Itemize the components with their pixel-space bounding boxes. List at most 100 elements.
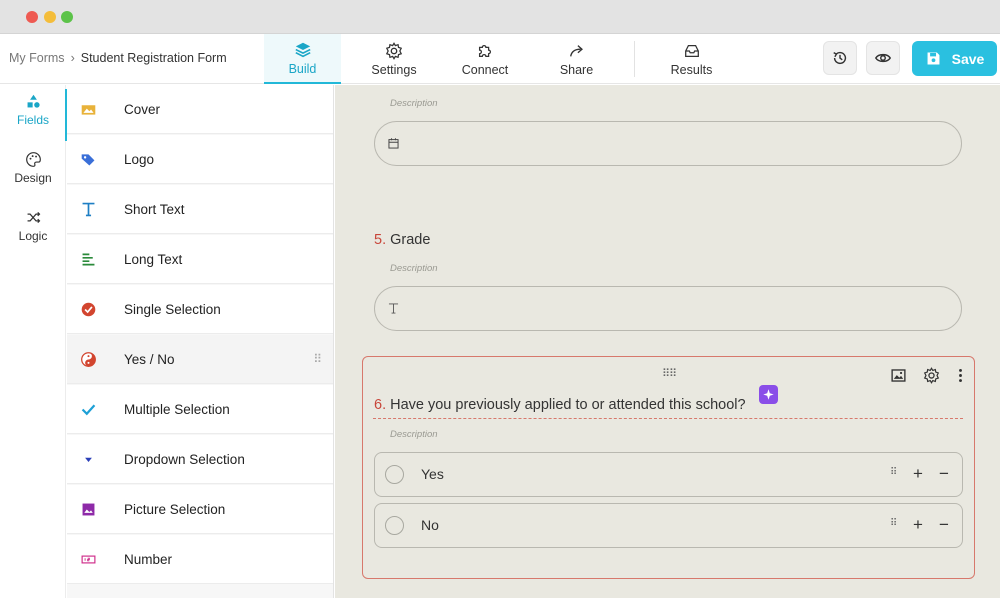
text-t-icon bbox=[79, 200, 97, 218]
tab-results-label: Results bbox=[670, 62, 713, 77]
history-button[interactable] bbox=[823, 41, 857, 75]
remove-option-button[interactable]: − bbox=[934, 463, 954, 485]
field-type-label: Logo bbox=[124, 151, 155, 167]
option-label[interactable]: Yes bbox=[421, 466, 444, 482]
save-button[interactable]: Save bbox=[912, 41, 997, 76]
shapes-icon bbox=[27, 94, 40, 108]
breadcrumb-my-forms[interactable]: My Forms bbox=[9, 51, 65, 65]
field-type-picture-selection[interactable]: Picture Selection bbox=[67, 485, 333, 534]
option-row-no[interactable]: No ⠿ + − bbox=[374, 503, 963, 548]
grade-input[interactable] bbox=[374, 286, 962, 331]
shuffle-icon bbox=[27, 211, 40, 224]
drag-handle-icon[interactable]: ⠿ bbox=[890, 467, 897, 478]
field-type-label: Picture Selection bbox=[124, 501, 226, 517]
tab-connect-label: Connect bbox=[461, 62, 509, 77]
field-type-single-selection[interactable]: Single Selection bbox=[67, 285, 333, 334]
calendar-icon bbox=[388, 138, 399, 149]
floppy-disk-icon bbox=[927, 52, 940, 65]
tab-results[interactable]: Results bbox=[659, 34, 724, 84]
selected-question-card[interactable]: ⠿⠿ 6. Have you previously applied to or a… bbox=[362, 356, 975, 579]
breadcrumb: My Forms › Student Registration Form bbox=[9, 51, 227, 65]
gear-icon bbox=[385, 41, 403, 60]
gear-icon[interactable] bbox=[921, 365, 941, 385]
image-icon bbox=[79, 100, 97, 118]
drag-handle-icon[interactable]: ⠿ bbox=[890, 518, 897, 529]
image-icon[interactable] bbox=[888, 365, 908, 385]
breadcrumb-current-form: Student Registration Form bbox=[80, 51, 227, 65]
field-type-multiple-selection[interactable]: Multiple Selection bbox=[67, 385, 333, 434]
layers-icon bbox=[294, 42, 311, 57]
puzzle-icon bbox=[478, 44, 492, 57]
ai-sparkle-button[interactable] bbox=[759, 385, 778, 404]
top-header: My Forms › Student Registration Form Build… bbox=[0, 34, 1000, 84]
field-type-label: Single Selection bbox=[124, 301, 221, 317]
field-type-cover[interactable]: Cover bbox=[67, 85, 333, 134]
check-circle-icon bbox=[79, 300, 97, 318]
rail-fields-label: Fields bbox=[16, 113, 49, 127]
inbox-icon bbox=[684, 44, 699, 57]
question-number: 6. bbox=[374, 397, 387, 413]
option-row-yes[interactable]: Yes ⠿ + − bbox=[374, 452, 963, 497]
field-type-yes-no[interactable]: Yes / No ⠿ bbox=[67, 335, 333, 384]
sparkle-icon bbox=[763, 389, 774, 400]
tab-connect[interactable]: Connect bbox=[450, 34, 520, 84]
history-icon bbox=[833, 51, 847, 65]
field-type-list: Cover Logo Short Text Long Text Single S… bbox=[67, 85, 334, 598]
yesno-question-title[interactable]: 6. Have you previously applied to or atte… bbox=[374, 397, 746, 413]
text-t-icon bbox=[388, 303, 399, 314]
preview-button[interactable] bbox=[866, 41, 900, 75]
rail-design[interactable]: Design bbox=[0, 151, 66, 185]
tab-settings[interactable]: Settings bbox=[357, 34, 431, 84]
tag-icon bbox=[79, 150, 97, 168]
number-icon bbox=[79, 550, 97, 568]
field-type-dropdown-selection[interactable]: Dropdown Selection bbox=[67, 435, 333, 484]
option-label[interactable]: No bbox=[421, 517, 439, 533]
field-type-label: Multiple Selection bbox=[124, 401, 230, 417]
nav-divider bbox=[634, 41, 635, 77]
add-option-button[interactable]: + bbox=[908, 463, 928, 485]
field-type-number[interactable]: Number bbox=[67, 535, 333, 584]
radio-button[interactable] bbox=[385, 516, 404, 535]
grade-question-description[interactable]: Description bbox=[390, 263, 438, 274]
field-type-label: Short Text bbox=[124, 201, 185, 217]
field-type-label: Dropdown Selection bbox=[124, 451, 245, 467]
add-option-button[interactable]: + bbox=[908, 514, 928, 536]
yin-yang-icon bbox=[79, 350, 97, 368]
question-number: 5. bbox=[374, 232, 387, 248]
rail-logic-label: Logic bbox=[18, 229, 48, 243]
radio-button[interactable] bbox=[385, 465, 404, 484]
minimize-window-button[interactable] bbox=[44, 11, 56, 23]
field-type-label: Cover bbox=[124, 101, 161, 117]
field-type-label: Yes / No bbox=[124, 351, 175, 367]
tab-settings-label: Settings bbox=[371, 62, 417, 77]
grade-question-title[interactable]: 5. Grade bbox=[374, 232, 430, 248]
tab-build[interactable]: Build bbox=[264, 34, 341, 84]
eye-icon bbox=[874, 53, 892, 63]
question-title-text: Have you previously applied to or attend… bbox=[390, 397, 746, 413]
field-type-long-text[interactable]: Long Text bbox=[67, 235, 333, 284]
more-vertical-icon[interactable] bbox=[950, 365, 970, 385]
field-type-short-text[interactable]: Short Text bbox=[67, 185, 333, 234]
remove-option-button[interactable]: − bbox=[934, 514, 954, 536]
rail-fields[interactable]: Fields bbox=[0, 89, 67, 141]
rail-design-label: Design bbox=[14, 171, 52, 185]
date-question-description[interactable]: Description bbox=[390, 98, 438, 109]
close-window-button[interactable] bbox=[26, 11, 38, 23]
question-title-text: Grade bbox=[390, 232, 431, 248]
share-arrow-icon bbox=[569, 44, 583, 57]
field-type-label: Long Text bbox=[124, 251, 183, 267]
rail-logic[interactable]: Logic bbox=[0, 209, 66, 243]
tab-share-label: Share bbox=[559, 62, 594, 77]
yesno-question-description[interactable]: Description bbox=[390, 429, 438, 440]
breadcrumb-separator: › bbox=[70, 51, 75, 65]
field-type-logo[interactable]: Logo bbox=[67, 135, 333, 184]
drag-handle-icon[interactable]: ⠿⠿ bbox=[662, 367, 677, 380]
left-rail: Fields Design Logic bbox=[0, 85, 67, 598]
drag-handle-icon[interactable]: ⠿ bbox=[313, 352, 322, 366]
maximize-window-button[interactable] bbox=[61, 11, 73, 23]
tab-share[interactable]: Share bbox=[543, 34, 610, 84]
tab-build-label: Build bbox=[288, 61, 317, 76]
picture-icon bbox=[79, 500, 97, 518]
date-input[interactable] bbox=[374, 121, 962, 166]
window-title-bar bbox=[0, 0, 1000, 34]
